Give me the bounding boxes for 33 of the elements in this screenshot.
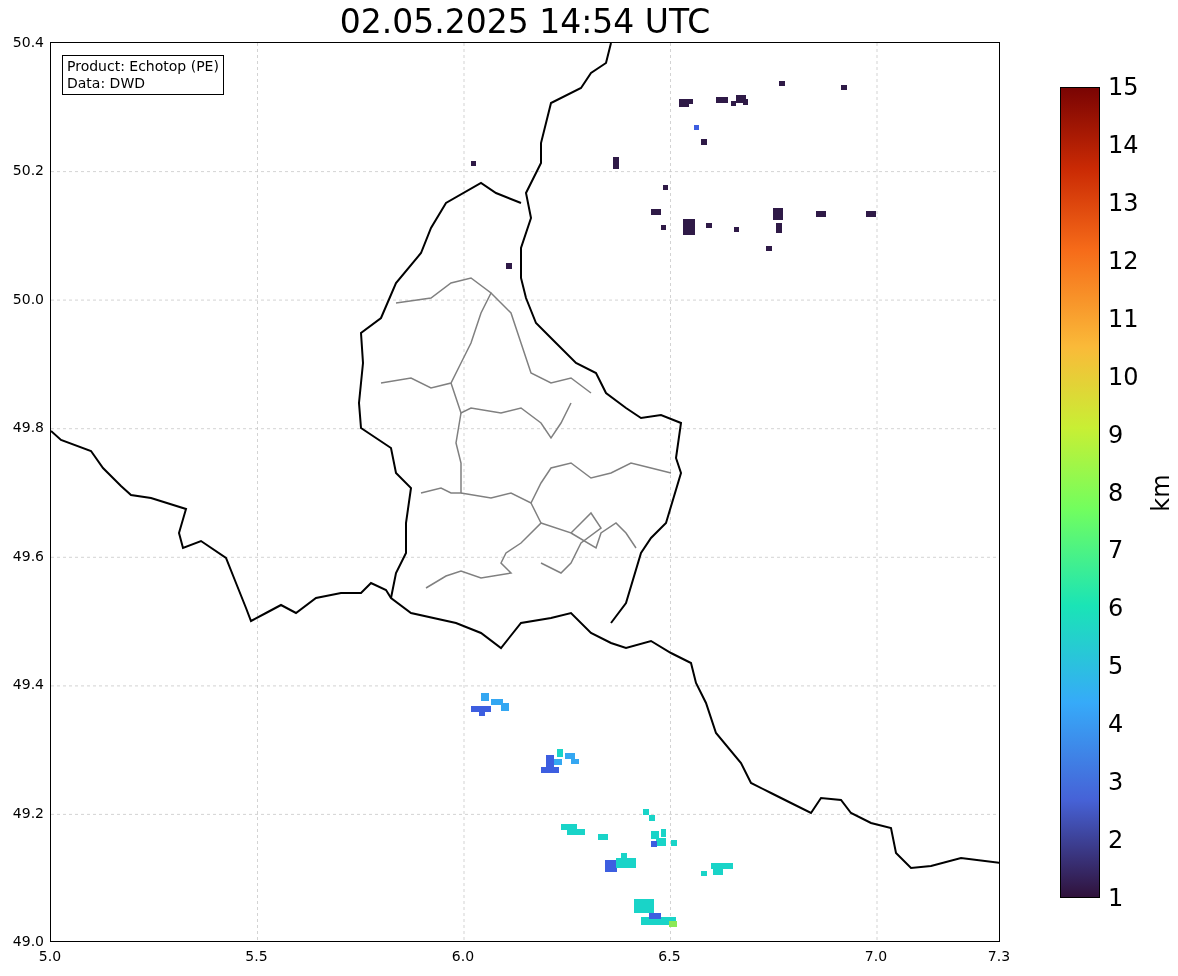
x-axis-label: 7.3 bbox=[987, 948, 1011, 964]
chart-title: 02.05.2025 14:54 UTC bbox=[339, 1, 711, 41]
colorbar-label: 1 bbox=[1108, 884, 1124, 912]
colorbar-label: 5 bbox=[1108, 652, 1124, 681]
y-axis-label: 49.6 bbox=[12, 547, 44, 564]
y-axis-label: 49.4 bbox=[12, 676, 44, 693]
colorbar-label: 14 bbox=[1108, 130, 1139, 159]
colorbar-label: 15 bbox=[1108, 73, 1139, 101]
colorbar-label: 13 bbox=[1108, 188, 1139, 217]
colorbar-label: 12 bbox=[1108, 246, 1139, 275]
colorbar-label: 8 bbox=[1108, 478, 1124, 507]
info-text: Product: Echotop (PE) bbox=[67, 58, 219, 75]
colorbar-label: 7 bbox=[1108, 536, 1124, 565]
x-axis-label: 7.0 bbox=[864, 948, 888, 964]
x-axis-label: 5.5 bbox=[245, 948, 268, 964]
y-axis-label: 50.2 bbox=[12, 162, 44, 179]
colorbar-label: 9 bbox=[1108, 420, 1124, 449]
y-axis-label: 50.0 bbox=[12, 290, 44, 307]
x-axis-label: 6.0 bbox=[451, 948, 475, 964]
colorbar-label: 3 bbox=[1108, 768, 1124, 797]
x-axis-label: 6.5 bbox=[658, 948, 681, 964]
colorbar-unit: km bbox=[1147, 473, 1175, 512]
colorbar-label: 10 bbox=[1108, 362, 1139, 391]
colorbar-label: 2 bbox=[1108, 826, 1124, 855]
colorbar-label: 11 bbox=[1108, 304, 1139, 333]
colorbar-label: 6 bbox=[1108, 594, 1124, 623]
colorbar-label: 4 bbox=[1108, 710, 1124, 739]
y-axis-label: 50.4 bbox=[12, 34, 44, 50]
y-axis-label: 49.0 bbox=[12, 933, 44, 949]
y-axis-label: 49.8 bbox=[12, 419, 44, 436]
y-axis-label: 49.2 bbox=[12, 804, 44, 821]
info-text: Data: DWD bbox=[67, 75, 146, 92]
x-axis-label: 5.0 bbox=[38, 948, 62, 964]
